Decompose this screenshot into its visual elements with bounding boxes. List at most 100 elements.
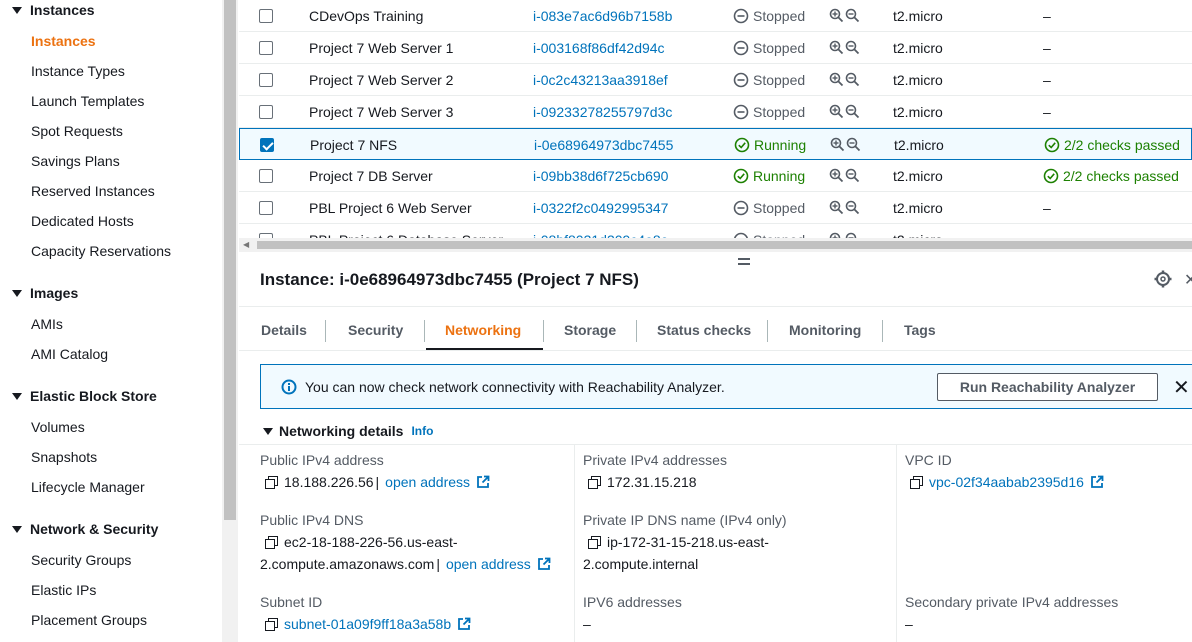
row-checkbox[interactable] — [259, 105, 273, 119]
external-link-icon[interactable] — [457, 617, 471, 631]
zoom-in-icon[interactable] — [829, 72, 844, 87]
table-horizontal-scrollbar[interactable]: ◀ — [239, 238, 1192, 252]
copy-icon[interactable] — [588, 475, 601, 489]
open-address-link[interactable]: open address — [446, 556, 531, 572]
sidebar-item-capacity-reservations[interactable]: Capacity Reservations — [31, 243, 171, 259]
vpc-id-value: vpc-02f34aabab2395d16 — [910, 474, 1104, 490]
sidebar-item-launch-templates[interactable]: Launch Templates — [31, 93, 144, 109]
table-row[interactable]: Project 7 Web Server 3 i-09233278255797d3… — [239, 96, 1192, 128]
sidebar-item-amis[interactable]: AMIs — [31, 316, 63, 332]
networking-details-header[interactable]: Networking details Info — [263, 423, 433, 439]
status-check: 2/2 checks passed — [1044, 137, 1180, 153]
public-dns-value: ec2-18-188-226-56.us-east- — [265, 534, 458, 550]
sidebar-item-lifecycle-manager[interactable]: Lifecycle Manager — [31, 479, 145, 495]
copy-icon[interactable] — [910, 475, 923, 489]
external-link-icon[interactable] — [476, 475, 490, 489]
tab-monitoring[interactable]: Monitoring — [789, 322, 861, 338]
table-row[interactable]: Project 7 Web Server 1 i-003168f86df42d94… — [239, 32, 1192, 64]
sidebar-item-security-groups[interactable]: Security Groups — [31, 552, 131, 568]
sidebar-scrollbar[interactable] — [222, 0, 238, 642]
table-row[interactable]: Project 7 NFS i-0e68964973dbc7455 Running t… — [239, 128, 1192, 160]
row-checkbox[interactable] — [259, 169, 273, 183]
copy-icon[interactable] — [588, 535, 601, 549]
table-row[interactable]: Project 7 DB Server i-09bb38d6f725cb690 Ru… — [239, 160, 1192, 192]
sidebar-item-instance-types[interactable]: Instance Types — [31, 63, 125, 79]
tab-details[interactable]: Details — [261, 322, 307, 338]
table-row[interactable]: PBL Project 6 Web Server i-0322f2c0492995… — [239, 192, 1192, 224]
external-link-icon[interactable] — [1090, 475, 1104, 489]
zoom-out-icon[interactable] — [845, 104, 860, 119]
sidebar-item-ami-catalog[interactable]: AMI Catalog — [31, 346, 108, 362]
run-reachability-analyzer-button[interactable]: Run Reachability Analyzer — [937, 373, 1158, 401]
tab-status-checks[interactable]: Status checks — [657, 322, 751, 338]
external-link-icon[interactable] — [537, 557, 551, 571]
sidebar-item-savings-plans[interactable]: Savings Plans — [31, 153, 120, 169]
sidebar-section-images[interactable]: Images — [0, 285, 78, 301]
instance-state: Running — [733, 168, 805, 184]
sidebar-item-volumes[interactable]: Volumes — [31, 419, 85, 435]
zoom-in-icon[interactable] — [829, 104, 844, 119]
instance-id-link[interactable]: i-083e7ac6d96b7158b — [533, 8, 672, 24]
close-panel-icon[interactable]: ✕ — [1184, 270, 1192, 290]
row-checkbox[interactable] — [259, 41, 273, 55]
ipv6-label: IPV6 addresses — [583, 594, 682, 610]
zoom-out-icon[interactable] — [845, 8, 860, 23]
scrollbar-thumb[interactable] — [224, 0, 236, 520]
row-checkbox[interactable] — [259, 9, 273, 23]
zoom-in-icon[interactable] — [829, 8, 844, 23]
sidebar-item-dedicated-hosts[interactable]: Dedicated Hosts — [31, 213, 134, 229]
zoom-in-icon[interactable] — [829, 40, 844, 55]
tab-networking[interactable]: Networking — [445, 322, 521, 338]
sidebar-section-instances[interactable]: Instances — [0, 2, 95, 18]
table-row[interactable]: Project 7 Web Server 2 i-0c2c43213aa3918e… — [239, 64, 1192, 96]
sidebar-item-reserved-instances[interactable]: Reserved Instances — [31, 183, 155, 199]
scroll-left-icon[interactable]: ◀ — [243, 240, 249, 249]
sidebar-item-snapshots[interactable]: Snapshots — [31, 449, 97, 465]
sidebar-section-ebs[interactable]: Elastic Block Store — [0, 388, 157, 404]
zoom-out-icon[interactable] — [845, 200, 860, 215]
table-row[interactable]: CDevOps Training i-083e7ac6d96b7158b Stopp… — [239, 0, 1192, 32]
scrollbar-thumb[interactable] — [257, 241, 1192, 249]
instance-id-link[interactable]: i-0e68964973dbc7455 — [534, 137, 673, 153]
sidebar-section-network-security[interactable]: Network & Security — [0, 521, 158, 537]
status-check: 2/2 checks passed — [1043, 168, 1179, 184]
vpc-link[interactable]: vpc-02f34aabab2395d16 — [929, 474, 1084, 490]
copy-icon[interactable] — [265, 617, 278, 631]
table-row[interactable]: PBL Project 6 Database Serveri-08bf8031d… — [239, 224, 1192, 238]
info-icon — [281, 379, 297, 395]
tab-security[interactable]: Security — [348, 322, 403, 338]
stopped-icon — [733, 72, 749, 88]
sidebar-item-spot-requests[interactable]: Spot Requests — [31, 123, 123, 139]
subnet-link[interactable]: subnet-01a09f9ff18a3a58b — [284, 616, 451, 632]
sidebar-item-instances[interactable]: Instances — [31, 33, 96, 49]
zoom-in-icon[interactable] — [829, 168, 844, 183]
dismiss-alert-icon[interactable]: ✕ — [1173, 375, 1190, 400]
instance-id-link[interactable]: i-003168f86df42d94c — [533, 40, 665, 56]
info-link[interactable]: Info — [411, 424, 433, 438]
instance-id-link[interactable]: i-09233278255797d3c — [533, 104, 672, 120]
check-circle-icon — [1043, 168, 1059, 184]
row-checkbox[interactable] — [259, 201, 273, 215]
zoom-out-icon[interactable] — [846, 137, 861, 152]
split-panel-handle[interactable] — [738, 256, 750, 266]
zoom-out-icon[interactable] — [845, 40, 860, 55]
instance-id-link[interactable]: i-09bb38d6f725cb690 — [533, 168, 668, 184]
copy-icon[interactable] — [265, 475, 278, 489]
zoom-in-icon[interactable] — [830, 137, 845, 152]
gear-icon[interactable] — [1154, 270, 1172, 288]
ec2-console: Instances Instances Instance Types Launc… — [0, 0, 1192, 642]
sidebar-item-placement-groups[interactable]: Placement Groups — [31, 612, 147, 628]
zoom-out-icon[interactable] — [845, 72, 860, 87]
tab-tags[interactable]: Tags — [904, 322, 936, 338]
private-dns-value-line2: 2.compute.internal — [583, 556, 699, 572]
row-checkbox[interactable] — [259, 73, 273, 87]
instance-id-link[interactable]: i-0322f2c0492995347 — [533, 200, 668, 216]
sidebar-item-elastic-ips[interactable]: Elastic IPs — [31, 582, 96, 598]
copy-icon[interactable] — [265, 535, 278, 549]
instance-id-link[interactable]: i-0c2c43213aa3918ef — [533, 72, 668, 88]
tab-storage[interactable]: Storage — [564, 322, 616, 338]
open-address-link[interactable]: open address — [385, 474, 470, 490]
row-checkbox[interactable] — [260, 138, 274, 152]
zoom-in-icon[interactable] — [829, 200, 844, 215]
zoom-out-icon[interactable] — [845, 168, 860, 183]
